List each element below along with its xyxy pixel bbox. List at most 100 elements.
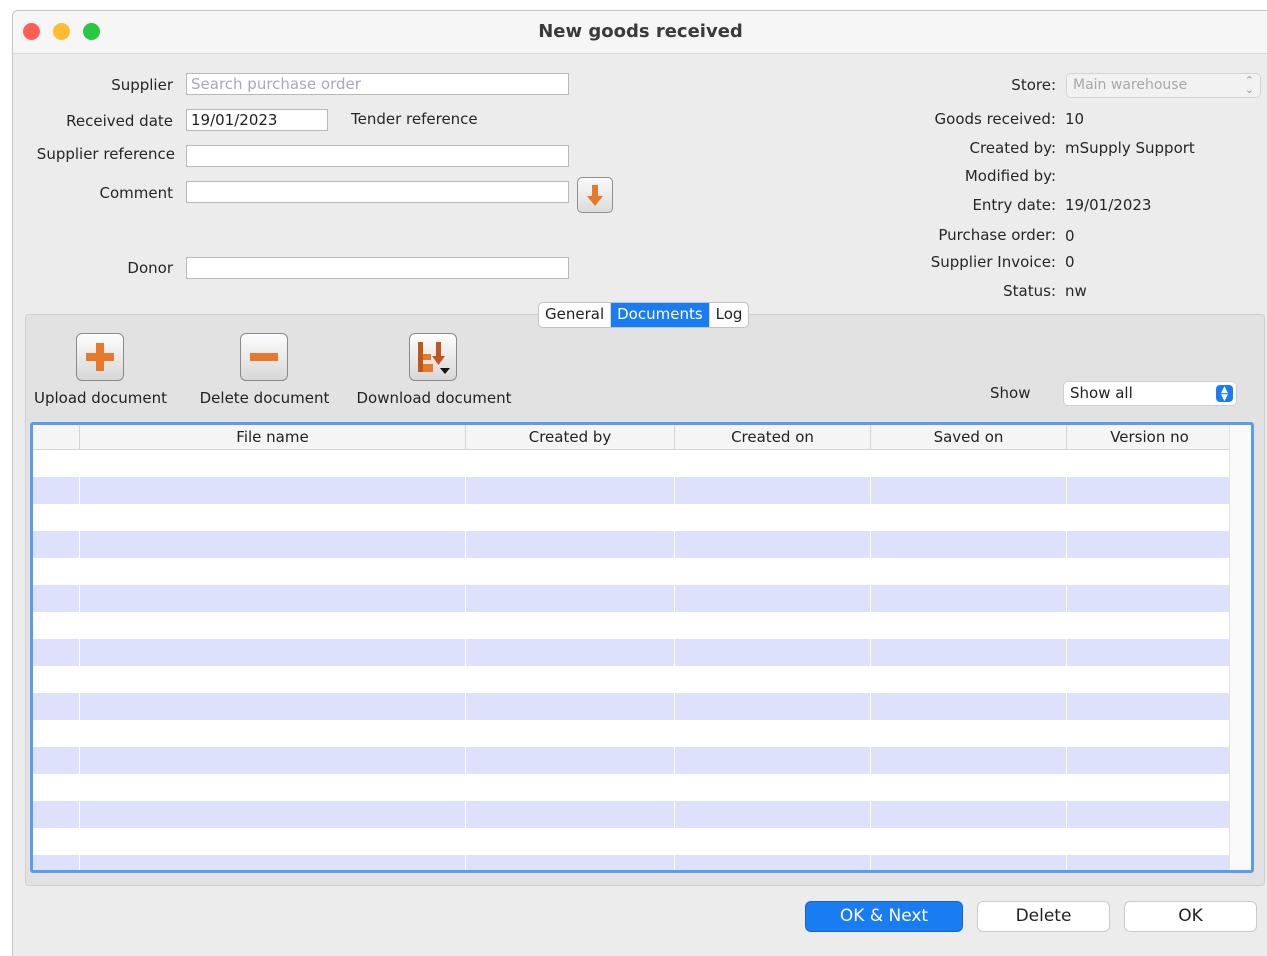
column-header-file-name[interactable]: File name xyxy=(80,425,466,449)
delete-button[interactable]: Delete xyxy=(977,901,1110,932)
table-cell xyxy=(466,774,675,801)
window-title: New goods received xyxy=(538,21,743,42)
table-cell xyxy=(33,585,80,612)
table-cell xyxy=(33,693,80,720)
table-row[interactable] xyxy=(33,666,1233,693)
table-cell xyxy=(1067,531,1233,558)
tab-general[interactable]: General xyxy=(539,303,612,327)
entry-date-value: 19/01/2023 xyxy=(1065,196,1152,214)
table-cell xyxy=(675,477,871,504)
table-cell xyxy=(80,585,466,612)
donor-field[interactable] xyxy=(186,257,569,279)
column-header-created-on[interactable]: Created on xyxy=(675,425,871,449)
table-row[interactable] xyxy=(33,504,1233,531)
table-row[interactable] xyxy=(33,639,1233,666)
comment-field[interactable] xyxy=(186,181,569,203)
dialog-window: New goods received Supplier Received dat… xyxy=(12,10,1267,956)
delete-document-button[interactable] xyxy=(240,333,288,381)
show-label: Show xyxy=(990,384,1031,402)
table-cell xyxy=(1067,666,1233,693)
table-row[interactable] xyxy=(33,720,1233,747)
column-header-created-by[interactable]: Created by xyxy=(466,425,675,449)
table-cell xyxy=(871,747,1067,774)
table-cell xyxy=(1067,801,1233,828)
table-row[interactable] xyxy=(33,774,1233,801)
copy-comment-button[interactable] xyxy=(577,177,613,213)
tender-reference-label: Tender reference xyxy=(351,110,478,128)
table-cell xyxy=(466,450,675,477)
table-cell xyxy=(80,450,466,477)
supplier-search-input[interactable] xyxy=(186,73,569,95)
supplier-invoice-value: 0 xyxy=(1065,253,1075,271)
column-header-version-no[interactable]: Version no xyxy=(1067,425,1233,449)
modified-by-label: Modified by: xyxy=(964,167,1056,185)
table-cell xyxy=(80,774,466,801)
table-cell xyxy=(871,477,1067,504)
upload-document-label: Upload document xyxy=(33,389,167,407)
table-cell xyxy=(675,504,871,531)
table-cell xyxy=(33,855,80,870)
table-cell xyxy=(80,855,466,870)
table-cell xyxy=(80,504,466,531)
table-cell xyxy=(466,585,675,612)
purchase-order-value: 0 xyxy=(1065,227,1075,245)
store-select[interactable]: Main warehouse ⌃ ⌄ xyxy=(1066,73,1261,98)
table-cell xyxy=(33,639,80,666)
ok-button[interactable]: OK xyxy=(1124,901,1257,932)
table-cell xyxy=(871,828,1067,855)
received-date-field[interactable] xyxy=(186,109,328,131)
table-cell xyxy=(675,801,871,828)
upload-document-button[interactable] xyxy=(76,333,124,381)
table-cell xyxy=(675,558,871,585)
table-row[interactable] xyxy=(33,558,1233,585)
table-cell xyxy=(33,450,80,477)
plus-icon xyxy=(86,343,114,371)
table-row[interactable] xyxy=(33,531,1233,558)
table-scrollbar[interactable] xyxy=(1229,425,1251,870)
created-by-value: mSupply Support xyxy=(1065,139,1195,157)
table-row[interactable] xyxy=(33,450,1233,477)
table-cell xyxy=(871,504,1067,531)
table-cell xyxy=(33,720,80,747)
table-cell xyxy=(80,477,466,504)
table-cell xyxy=(33,477,80,504)
donor-label: Donor xyxy=(127,259,173,277)
tab-log[interactable]: Log xyxy=(710,303,749,327)
show-filter-value: Show all xyxy=(1070,384,1133,402)
table-cell xyxy=(33,747,80,774)
table-cell xyxy=(80,558,466,585)
table-cell xyxy=(675,639,871,666)
table-row[interactable] xyxy=(33,693,1233,720)
supplier-reference-field[interactable] xyxy=(186,145,569,167)
table-cell xyxy=(871,801,1067,828)
table-row[interactable] xyxy=(33,477,1233,504)
table-cell xyxy=(466,504,675,531)
table-cell xyxy=(1067,450,1233,477)
table-cell xyxy=(675,774,871,801)
column-header-select[interactable] xyxy=(33,425,80,449)
table-cell xyxy=(33,531,80,558)
table-row[interactable] xyxy=(33,855,1233,870)
tab-documents[interactable]: Documents xyxy=(611,303,710,327)
table-cell xyxy=(466,720,675,747)
table-row[interactable] xyxy=(33,585,1233,612)
show-filter-select[interactable]: Show all ▲ ▼ xyxy=(1063,381,1237,406)
table-cell xyxy=(675,585,871,612)
documents-table[interactable]: File name Created by Created on Saved on… xyxy=(30,422,1254,873)
table-cell xyxy=(466,531,675,558)
table-cell xyxy=(80,639,466,666)
download-document-button[interactable] xyxy=(409,333,457,381)
table-cell xyxy=(80,693,466,720)
ok-next-button[interactable]: OK & Next xyxy=(805,901,963,932)
up-down-chevron-icon: ⌃ ⌄ xyxy=(1244,74,1254,96)
table-row[interactable] xyxy=(33,747,1233,774)
table-cell xyxy=(33,828,80,855)
table-cell xyxy=(871,693,1067,720)
table-cell xyxy=(1067,612,1233,639)
table-row[interactable] xyxy=(33,801,1233,828)
column-header-saved-on[interactable]: Saved on xyxy=(871,425,1067,449)
table-row[interactable] xyxy=(33,828,1233,855)
table-cell xyxy=(871,450,1067,477)
table-row[interactable] xyxy=(33,612,1233,639)
table-cell xyxy=(33,666,80,693)
